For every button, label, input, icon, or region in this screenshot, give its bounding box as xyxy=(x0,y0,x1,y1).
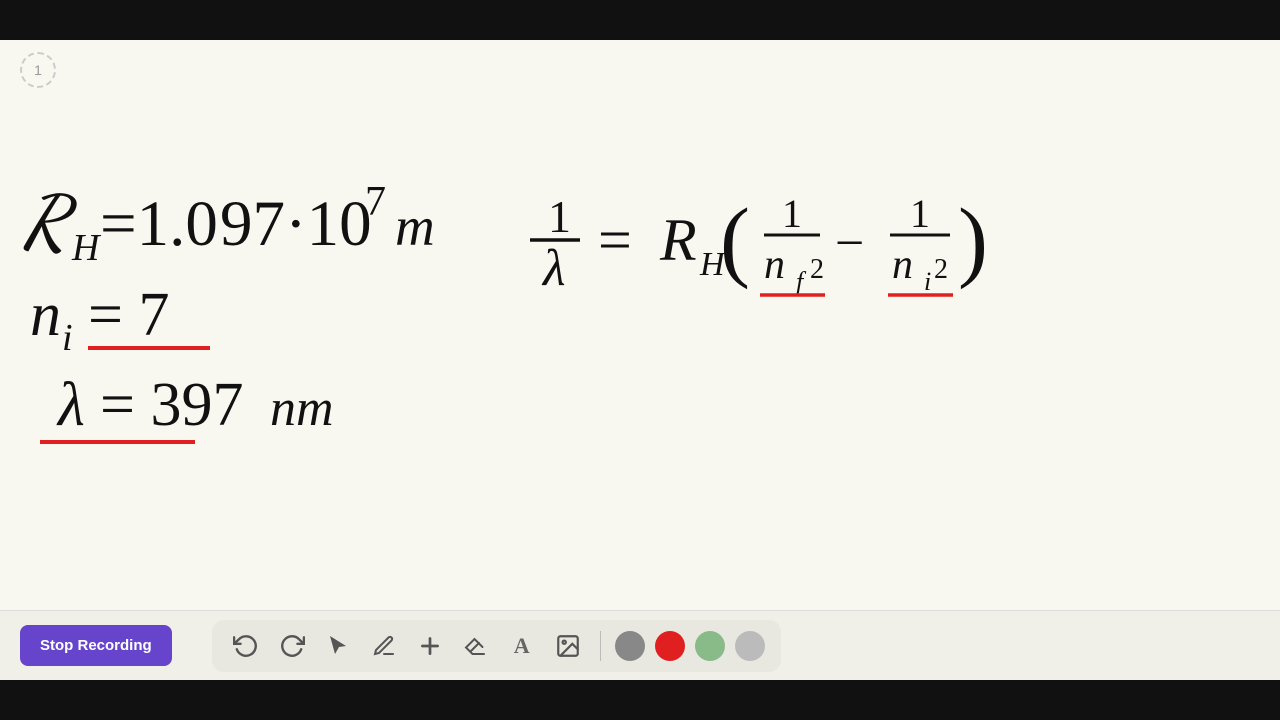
svg-text:=1.0: =1.0 xyxy=(100,188,218,260)
color-green-button[interactable] xyxy=(695,631,725,661)
stop-recording-button[interactable]: Stop Recording xyxy=(20,625,172,666)
main-screen: 1 R H =1.0 97·10 7 m n i = 7 λ = 397 nm xyxy=(0,40,1280,680)
svg-text:1: 1 xyxy=(548,191,571,242)
color-gray-button[interactable] xyxy=(615,631,645,661)
undo-button[interactable] xyxy=(228,628,264,664)
svg-text:= 397: = 397 xyxy=(100,371,243,439)
svg-text:nm: nm xyxy=(270,380,334,437)
svg-text:i: i xyxy=(924,267,931,296)
svg-text:(: ( xyxy=(720,191,750,290)
image-button[interactable] xyxy=(550,628,586,664)
svg-text:2: 2 xyxy=(934,254,948,285)
svg-text:n: n xyxy=(30,281,61,349)
select-button[interactable] xyxy=(320,628,356,664)
text-button[interactable]: A xyxy=(504,628,540,664)
svg-text:R: R xyxy=(22,180,78,266)
canvas-area[interactable]: 1 R H =1.0 97·10 7 m n i = 7 λ = 397 nm xyxy=(0,40,1280,610)
svg-text:−: − xyxy=(835,215,864,272)
color-lightgray-button[interactable] xyxy=(735,631,765,661)
add-button[interactable] xyxy=(412,628,448,664)
svg-text:= 7: = 7 xyxy=(88,281,169,349)
toolbar: A xyxy=(212,620,781,672)
svg-text:1: 1 xyxy=(910,191,930,236)
handwriting-canvas: R H =1.0 97·10 7 m n i = 7 λ = 397 nm 1 … xyxy=(0,40,1280,610)
divider xyxy=(600,631,601,661)
svg-text:n: n xyxy=(764,242,785,288)
svg-text:f: f xyxy=(796,267,807,296)
svg-text:97·10: 97·10 xyxy=(220,188,372,260)
color-red-button[interactable] xyxy=(655,631,685,661)
bottom-bar: Stop Recording xyxy=(0,610,1280,680)
svg-text:i: i xyxy=(62,317,73,359)
svg-text:λ: λ xyxy=(56,371,85,439)
pen-button[interactable] xyxy=(366,628,402,664)
svg-text:n: n xyxy=(892,242,913,288)
svg-text:2: 2 xyxy=(810,254,824,285)
svg-text:): ) xyxy=(958,191,988,290)
redo-button[interactable] xyxy=(274,628,310,664)
svg-text:H: H xyxy=(71,227,102,269)
svg-text:=: = xyxy=(598,207,632,273)
svg-text:λ: λ xyxy=(541,240,566,297)
svg-text:1: 1 xyxy=(782,191,802,236)
svg-text:R: R xyxy=(659,207,697,273)
svg-text:m: m xyxy=(395,196,435,257)
eraser-button[interactable] xyxy=(458,628,494,664)
svg-text:7: 7 xyxy=(365,179,386,225)
